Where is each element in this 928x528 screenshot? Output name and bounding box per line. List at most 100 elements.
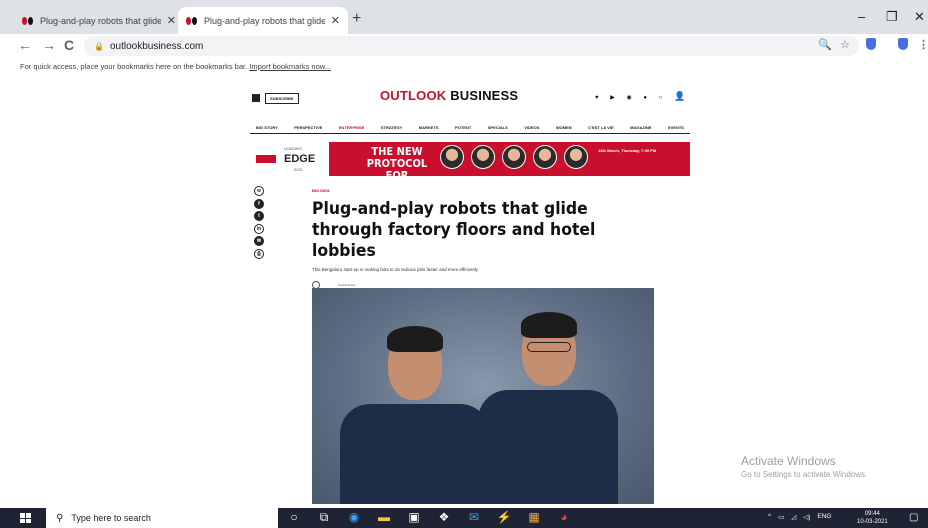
extension-shield-icon[interactable] [898, 38, 908, 53]
taskbar-search-placeholder: Type here to search [71, 513, 151, 523]
screen: Plug-and-play robots that glide ✕ Plug-a… [0, 0, 928, 528]
speaker-avatar [440, 145, 464, 169]
banner-year: 2021 [294, 167, 303, 172]
address-bar[interactable]: 🔒 outlookbusiness.com [84, 36, 859, 56]
forward-button[interactable]: → [42, 37, 56, 53]
app-icon[interactable]: ⚡ [496, 510, 512, 525]
new-tab-button[interactable]: + [352, 10, 361, 28]
banner-headline: THE NEW PROTOCOL FOR HEALTHCARE [361, 145, 433, 194]
article-dek: This Bengaluru start-up is making bots t… [312, 267, 479, 272]
banner-date: 11th March, Thursday, 7:00 PM [598, 148, 657, 153]
taskbar-apps: ○ ⧉ ◉ ▬ ▣ ❖ ✉ ⚡ ▦ ◕ [286, 510, 572, 525]
chrome-icon[interactable]: ◕ [556, 510, 572, 525]
site-logo[interactable]: OUTLOOK BUSINESS [380, 88, 518, 103]
reload-button[interactable]: C [64, 37, 74, 53]
mail-icon[interactable]: ✉ [466, 510, 482, 525]
network-icon[interactable]: ◿ [791, 513, 796, 521]
browser-toolbar: ← → C 🔒 outlookbusiness.com 🔍 ☆ ⋮ [0, 34, 928, 58]
linkedin-icon[interactable]: in [254, 223, 264, 234]
facebook-icon[interactable]: f [254, 198, 264, 209]
social-icons[interactable]: ♥ ▶ ◉ ● ○ [595, 94, 667, 101]
tray-chevron-icon[interactable]: ^ [768, 513, 771, 521]
photos-icon[interactable]: ▦ [526, 510, 542, 525]
speaker-photos [440, 145, 588, 169]
article-title: Plug-and-play robots that glide through … [312, 199, 596, 261]
article-kicker[interactable]: BIG IDEA [312, 188, 642, 193]
tab-title: Plug-and-play robots that glide [204, 15, 325, 26]
url-text: outlookbusiness.com [109, 40, 204, 52]
person-left [340, 304, 490, 504]
lock-icon: 🔒 [94, 41, 104, 51]
nav-item[interactable]: MAGAZINE [630, 125, 651, 133]
author-name[interactable]: Snehal Rane [338, 283, 355, 288]
nav-item[interactable]: WOMEN [556, 125, 572, 133]
whatsapp-icon[interactable]: w [254, 186, 264, 196]
menu-kebab-icon[interactable]: ⋮ [918, 38, 928, 51]
user-icon[interactable]: 👤 [674, 91, 685, 102]
nav-item-active[interactable]: ENTERPRISE [339, 125, 365, 133]
nav-item[interactable]: C'EST LA VIE [588, 125, 613, 133]
nav-item[interactable]: PERSPECTIVE [294, 125, 322, 133]
nav-item[interactable]: POTENT [455, 125, 471, 133]
email-icon[interactable]: ✉ [254, 236, 264, 246]
close-tab-icon[interactable]: ✕ [167, 14, 176, 27]
print-icon[interactable]: ⎙ [254, 248, 264, 259]
site-nav: BIG STORY PERSPECTIVE ENTERPRISE STRATEG… [250, 122, 690, 134]
teams-icon[interactable]: ❖ [436, 510, 452, 525]
task-view-icon[interactable]: ⧉ [316, 510, 332, 525]
speaker-avatar [471, 145, 495, 169]
nav-item[interactable]: VIDEOS [524, 125, 539, 133]
banner-logo [256, 155, 276, 163]
nav-item[interactable]: SPECIALS [488, 125, 508, 133]
subscribe-button[interactable]: SUBSCRIBE [265, 93, 299, 104]
notification-icon[interactable]: ▢ [909, 512, 918, 523]
speaker-avatar [564, 145, 588, 169]
extension-shield-icon[interactable] [866, 38, 876, 53]
language-indicator[interactable]: ENG [817, 513, 831, 521]
hamburger-menu-icon[interactable] [252, 94, 260, 102]
website: SUBSCRIBE OUTLOOK BUSINESS ♥ ▶ ◉ ● ○ 👤 B… [250, 82, 690, 289]
search-icon: ⚲ [56, 512, 64, 524]
volume-icon[interactable]: ◁) [803, 513, 810, 521]
store-icon[interactable]: ▣ [406, 510, 422, 525]
site-favicon-icon [22, 16, 34, 25]
article-hero-image [312, 288, 654, 504]
cortana-icon[interactable]: ○ [286, 510, 302, 525]
browser-tab-active[interactable]: Plug-and-play robots that glide ✕ [178, 7, 348, 34]
browser-tab[interactable]: Plug-and-play robots that glide ✕ [14, 7, 184, 34]
maximize-button[interactable]: ❐ [886, 9, 898, 25]
import-bookmarks-link[interactable]: Import bookmarks now... [249, 62, 331, 71]
system-tray: ^ ▭ ◿ ◁) ENG [768, 513, 831, 521]
article-header: BIG IDEA Plug-and-play robots that glide… [312, 188, 642, 289]
close-window-button[interactable]: ✕ [914, 9, 925, 25]
speaker-avatar [502, 145, 526, 169]
battery-icon[interactable]: ▭ [778, 513, 784, 521]
site-masthead: SUBSCRIBE OUTLOOK BUSINESS ♥ ▶ ◉ ● ○ 👤 [250, 82, 690, 122]
nav-item[interactable]: BIG STORY [256, 125, 278, 133]
event-banner-ad[interactable]: LEADING EDGE 2021 THE NEW PROTOCOL FOR H… [250, 142, 690, 194]
twitter-icon[interactable]: t [254, 211, 264, 221]
zoom-icon[interactable]: 🔍 [818, 38, 832, 51]
share-icons: w f t in ✉ ⎙ [254, 186, 264, 259]
bookmarks-hint: For quick access, place your bookmarks h… [20, 62, 248, 71]
nav-item[interactable]: EVENTS [668, 125, 684, 133]
banner-leading: LEADING [284, 146, 302, 151]
close-tab-icon[interactable]: ✕ [331, 14, 340, 27]
tab-title: Plug-and-play robots that glide [40, 15, 161, 26]
minimize-button[interactable]: – [858, 9, 865, 24]
back-button[interactable]: ← [18, 37, 32, 53]
windows-start-icon[interactable] [20, 513, 31, 523]
nav-item[interactable]: STRATEGY [381, 125, 402, 133]
file-explorer-icon[interactable]: ▬ [376, 510, 392, 525]
person-right [478, 304, 618, 504]
edge-browser-icon[interactable]: ◉ [346, 510, 362, 525]
speaker-avatar [533, 145, 557, 169]
browser-tab-strip: Plug-and-play robots that glide ✕ Plug-a… [0, 0, 928, 34]
activate-windows-watermark: Activate Windows Go to Settings to activ… [741, 454, 868, 479]
taskbar-search-box[interactable]: ⚲ Type here to search [46, 508, 278, 528]
nav-item[interactable]: MARKETS [419, 125, 439, 133]
windows-taskbar: ⚲ Type here to search ○ ⧉ ◉ ▬ ▣ ❖ ✉ ⚡ ▦ … [0, 508, 928, 528]
bookmark-star-icon[interactable]: ☆ [840, 38, 850, 51]
site-favicon-icon [186, 16, 198, 25]
taskbar-clock[interactable]: 09:44 10-03-2021 [857, 510, 888, 526]
